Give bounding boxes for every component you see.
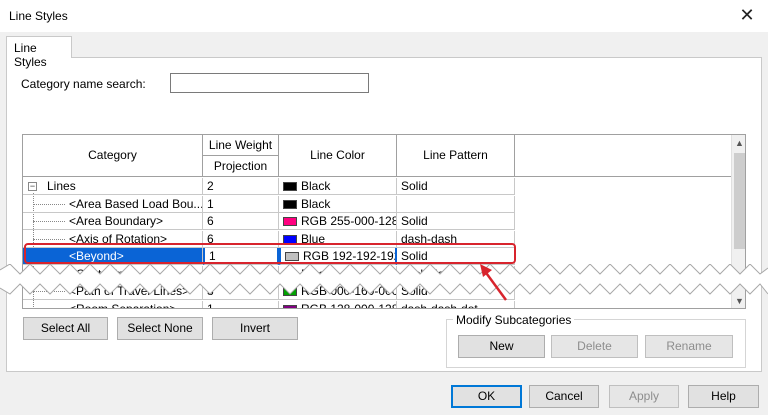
category-cell[interactable]: <Axis of Rotation> xyxy=(23,230,203,248)
color-swatch xyxy=(285,252,299,261)
close-icon[interactable]: ✕ xyxy=(734,4,760,26)
table-row[interactable]: <Area Based Load Bou... 1 Black xyxy=(23,195,731,213)
line-pattern-cell[interactable] xyxy=(397,195,515,213)
help-button[interactable]: Help xyxy=(688,385,759,408)
color-name: RGB 000-160-000 xyxy=(301,284,397,298)
scroll-up-icon[interactable]: ▲ xyxy=(732,135,745,151)
line-weight-cell[interactable]: 3 xyxy=(203,283,279,300)
category-cell[interactable]: <Path of Travel Lines> xyxy=(23,283,203,300)
line-color-cell[interactable]: RGB 000-160-000 xyxy=(279,283,397,300)
line-pattern-cell[interactable]: Solid xyxy=(397,283,515,300)
search-label: Category name search: xyxy=(21,77,146,91)
category-label: <Path of Travel Lines> xyxy=(69,284,190,298)
line-pattern-cell[interactable]: Solid xyxy=(397,213,515,230)
tree-connector xyxy=(33,309,65,310)
line-weight-cell[interactable]: 1 xyxy=(203,265,279,283)
window-title: Line Styles xyxy=(9,9,68,23)
category-cell[interactable]: <Room Separation> xyxy=(23,300,203,309)
table-row[interactable]: − Lines 2 Black Solid xyxy=(23,178,731,195)
category-cell[interactable]: Lines xyxy=(23,178,203,195)
line-weight-cell[interactable]: 1 xyxy=(203,248,279,265)
header-filler xyxy=(515,135,731,177)
title-bar: Line Styles ✕ xyxy=(0,0,768,32)
category-cell[interactable]: <Beyond> xyxy=(23,248,203,265)
line-weight-cell[interactable]: 6 xyxy=(203,213,279,230)
header-projection[interactable]: Projection xyxy=(203,156,279,177)
ok-button[interactable]: OK xyxy=(451,385,522,408)
color-name: RGB 192-192-192 xyxy=(303,249,397,263)
header-line-weight[interactable]: Line Weight xyxy=(203,135,279,156)
line-pattern-cell[interactable]: Solid xyxy=(397,178,515,195)
rename-button[interactable]: Rename xyxy=(645,335,733,358)
line-weight-cell[interactable]: 2 xyxy=(203,178,279,195)
color-name: RGB 255-000-128 xyxy=(301,214,397,228)
cancel-button[interactable]: Cancel xyxy=(529,385,599,408)
line-weight-cell[interactable]: 6 xyxy=(203,230,279,248)
category-label: <Beyond> xyxy=(69,249,124,263)
line-color-cell[interactable]: RGB 128-000-128 xyxy=(279,300,397,309)
header-line-color[interactable]: Line Color xyxy=(279,135,397,177)
category-label: Lines xyxy=(47,179,76,193)
category-cell[interactable]: <Area Based Load Bou... xyxy=(23,195,203,213)
line-color-cell[interactable]: RGB 192-192-192 xyxy=(279,248,397,265)
line-pattern-cell[interactable]: dash-dash-dot xyxy=(397,300,515,308)
color-swatch xyxy=(283,269,297,279)
table-row[interactable]: <Beyond> 1 RGB 192-192-192 Solid xyxy=(23,248,731,265)
line-styles-grid: Category Line Weight Projection Line Col… xyxy=(22,134,746,309)
scroll-down-icon[interactable]: ▼ xyxy=(732,293,745,308)
color-swatch xyxy=(283,234,297,244)
color-name: Black xyxy=(301,266,331,281)
line-weight-cell[interactable]: 1 xyxy=(203,195,279,213)
category-label: <Room Separation> xyxy=(69,301,177,309)
header-line-pattern[interactable]: Line Pattern xyxy=(397,135,515,177)
category-label: <Axis of Rotation> xyxy=(69,231,168,246)
color-name: RGB 128-000-128 xyxy=(301,301,397,309)
line-color-cell[interactable]: Black xyxy=(279,195,397,213)
color-name: Black xyxy=(301,179,331,193)
apply-button[interactable]: Apply xyxy=(609,385,679,408)
invert-button[interactable]: Invert xyxy=(212,317,298,340)
select-all-button[interactable]: Select All xyxy=(23,317,108,340)
category-search-input[interactable] xyxy=(170,73,369,93)
line-color-cell[interactable]: RGB 255-000-128 xyxy=(279,213,397,230)
tab-label: Line Styles xyxy=(14,41,47,69)
scroll-thumb[interactable] xyxy=(734,153,745,249)
table-row[interactable]: <Path of Travel Lines> 3 RGB 000-160-000 So… xyxy=(23,283,731,300)
delete-button[interactable]: Delete xyxy=(551,335,638,358)
tab-line-styles[interactable]: Line Styles xyxy=(6,36,72,69)
color-swatch xyxy=(283,199,297,209)
color-swatch xyxy=(283,182,297,191)
color-swatch xyxy=(283,217,297,226)
table-row[interactable]: <Centerline> 1 Black dash-dash xyxy=(23,265,731,283)
color-name: Black xyxy=(301,196,331,211)
vertical-scrollbar[interactable]: ▲ ▼ xyxy=(731,135,745,308)
category-label: <Area Boundary> xyxy=(69,214,164,228)
line-weight-cell[interactable]: 1 xyxy=(203,300,279,308)
color-name: Blue xyxy=(301,231,326,246)
table-row[interactable]: <Area Boundary> 6 RGB 255-000-128 Solid xyxy=(23,213,731,230)
color-swatch xyxy=(283,304,297,308)
select-none-button[interactable]: Select None xyxy=(117,317,203,340)
new-button[interactable]: New xyxy=(458,335,545,358)
category-label: <Area Based Load Bou... xyxy=(69,196,203,211)
category-cell[interactable]: <Centerline> xyxy=(23,265,203,283)
table-row[interactable]: <Axis of Rotation> 6 Blue dash-dash xyxy=(23,230,731,248)
table-row[interactable]: <Room Separation> 1 RGB 128-000-128 dash-da… xyxy=(23,300,731,310)
line-pattern-cell[interactable]: dash-dash xyxy=(397,265,515,283)
category-cell[interactable]: <Area Boundary> xyxy=(23,213,203,230)
header-category[interactable]: Category xyxy=(23,135,203,177)
category-label: <Centerline> xyxy=(69,266,138,281)
line-color-cell[interactable]: Blue xyxy=(279,230,397,248)
line-color-cell[interactable]: Black xyxy=(279,265,397,283)
line-styles-dialog: Line Styles ✕ Line Styles Category name … xyxy=(0,0,768,415)
line-color-cell[interactable]: Black xyxy=(279,178,397,195)
line-pattern-cell[interactable]: dash-dash xyxy=(397,230,515,248)
modify-subcategories-label: Modify Subcategories xyxy=(453,313,575,327)
line-pattern-cell[interactable]: Solid xyxy=(397,248,515,265)
color-swatch xyxy=(283,287,297,296)
